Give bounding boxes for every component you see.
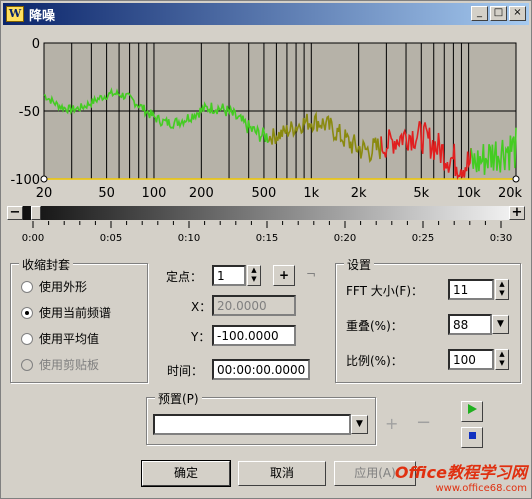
scroll-track[interactable] bbox=[23, 206, 509, 220]
y-label: Y： bbox=[191, 330, 211, 344]
remove-preset-icon: − bbox=[416, 412, 432, 433]
radio-label: 使用剪贴板 bbox=[39, 358, 100, 372]
x-tick-label: 20k bbox=[498, 186, 523, 201]
x-tick-label: 20 bbox=[36, 186, 53, 201]
fft-size-label: FFT 大小(F)： bbox=[346, 284, 424, 298]
overlap-label: 重叠(%)： bbox=[346, 319, 403, 333]
x-tick-label: 200 bbox=[189, 186, 214, 201]
add-preset-icon: + bbox=[385, 414, 399, 433]
radio-use-clipboard: 使用剪贴板 bbox=[21, 356, 99, 373]
x-tick-label: 5k bbox=[413, 186, 429, 201]
ok-button[interactable]: 确定 bbox=[141, 460, 231, 487]
time-ruler: 0:00 0:05 0:10 0:15 0:20 0:25 0:30 bbox=[22, 221, 512, 244]
radio-button[interactable] bbox=[21, 332, 33, 345]
fft-size-field[interactable]: 11 bbox=[448, 279, 494, 300]
add-point-button[interactable]: + bbox=[273, 265, 295, 286]
ruler-label: 0:30 bbox=[490, 233, 512, 244]
ratio-field[interactable]: 100 bbox=[448, 349, 494, 370]
ruler-label: 0:25 bbox=[412, 233, 434, 244]
maximize-button[interactable]: □ bbox=[490, 6, 507, 21]
radio-label: 使用外形 bbox=[39, 280, 88, 294]
time-scrollbar[interactable]: − + bbox=[7, 206, 525, 220]
fixed-point-label: 定点： bbox=[166, 270, 203, 284]
preset-select[interactable] bbox=[153, 414, 351, 435]
radio-button[interactable] bbox=[21, 280, 33, 293]
watermark-sub: www.office68.com bbox=[435, 483, 528, 494]
ruler-label: 0:05 bbox=[100, 233, 122, 244]
title-bar[interactable]: W 降噪 _ □ × bbox=[3, 3, 529, 25]
settings-title: 设置 bbox=[344, 256, 375, 273]
x-tick-label: 1k bbox=[303, 186, 319, 201]
fixed-point-field[interactable]: 1 bbox=[212, 265, 246, 286]
x-tick-label: 10k bbox=[457, 186, 482, 201]
y-field[interactable]: -100.0000 bbox=[212, 325, 296, 346]
control-point bbox=[40, 175, 48, 183]
time-label: 时间： bbox=[167, 364, 204, 378]
x-field: 20.0000 bbox=[212, 295, 296, 316]
y-tick-label: 0 bbox=[32, 37, 40, 52]
y-tick-label: -50 bbox=[19, 105, 40, 120]
control-point bbox=[512, 175, 520, 183]
minimize-button[interactable]: _ bbox=[471, 6, 488, 21]
x-tick-label: 500 bbox=[252, 186, 277, 201]
ruler-label: 0:20 bbox=[334, 233, 356, 244]
app-icon: W bbox=[6, 6, 24, 22]
envelope-title: 收缩封套 bbox=[19, 256, 74, 273]
noise-reduction-window: W 降噪 _ □ × 0 -50 -100 20 50 100 200 500 1k 2k 5k 1… bbox=[0, 0, 532, 499]
remove-point-icon: ¬ bbox=[306, 267, 317, 281]
ruler-label: 0:15 bbox=[256, 233, 278, 244]
spectrum-svg[interactable]: 0-50-100 20 50 100 200 500 1k 2k 5k 10k 20k bbox=[4, 27, 530, 203]
play-button[interactable] bbox=[461, 401, 483, 422]
ratio-label: 比例(%)： bbox=[346, 354, 403, 368]
radio-use-average[interactable]: 使用平均值 bbox=[21, 330, 99, 347]
chevron-down-icon[interactable]: ▼ bbox=[351, 415, 368, 434]
radio-use-current-spectrum[interactable]: 使用当前频谱 bbox=[21, 304, 111, 321]
x-tick-label: 100 bbox=[142, 186, 167, 201]
radio-button-disabled bbox=[21, 358, 33, 371]
x-tick-label: 50 bbox=[98, 186, 115, 201]
radio-label: 使用当前频谱 bbox=[39, 306, 112, 320]
x-tick-label: 2k bbox=[351, 186, 367, 201]
close-button[interactable]: × bbox=[509, 6, 526, 21]
overlap-select[interactable]: 88 bbox=[448, 314, 492, 335]
stop-icon bbox=[469, 432, 476, 439]
watermark: Office教程学习网 www.office68.com bbox=[395, 459, 527, 494]
preset-group: 预置(P) ▼ bbox=[146, 390, 376, 445]
watermark-main: Office教程学习网 bbox=[394, 463, 527, 482]
ruler-label: 0:10 bbox=[178, 233, 200, 244]
settings-group: 设置 FFT 大小(F)： 11 ▲ ▼ 重叠(%)： 88 ▼ 比例(%)： 1… bbox=[335, 256, 521, 383]
scroll-thumb[interactable] bbox=[31, 206, 41, 220]
radio-use-shape[interactable]: 使用外形 bbox=[21, 278, 87, 295]
fixed-point-spinner[interactable]: ▲ ▼ bbox=[247, 265, 261, 286]
preset-title: 预置(P) bbox=[155, 390, 202, 407]
cancel-button[interactable]: 取消 bbox=[238, 461, 326, 486]
spectrum-graph[interactable]: 0 -50 -100 20 50 100 200 500 1k 2k 5k 10k 20k bbox=[4, 27, 530, 203]
fft-size-spinner[interactable]: ▲ ▼ bbox=[495, 279, 509, 300]
ratio-spinner[interactable]: ▲ ▼ bbox=[495, 349, 509, 370]
time-field[interactable]: 00:00:00.0000 bbox=[212, 359, 310, 380]
zoom-out-button[interactable]: − bbox=[7, 206, 23, 220]
stop-button[interactable] bbox=[461, 427, 483, 448]
window-title: 降噪 bbox=[29, 8, 56, 24]
radio-label: 使用平均值 bbox=[39, 332, 100, 346]
zoom-in-button[interactable]: + bbox=[509, 206, 525, 220]
radio-button-selected[interactable] bbox=[21, 306, 33, 319]
ruler-label: 0:00 bbox=[22, 233, 44, 244]
play-icon bbox=[468, 404, 477, 414]
chevron-down-icon[interactable]: ▼ bbox=[492, 315, 509, 334]
envelope-group: 收缩封套 使用外形 使用当前频谱 使用平均值 使用剪贴板 bbox=[10, 256, 148, 383]
x-label: X： bbox=[191, 300, 212, 314]
